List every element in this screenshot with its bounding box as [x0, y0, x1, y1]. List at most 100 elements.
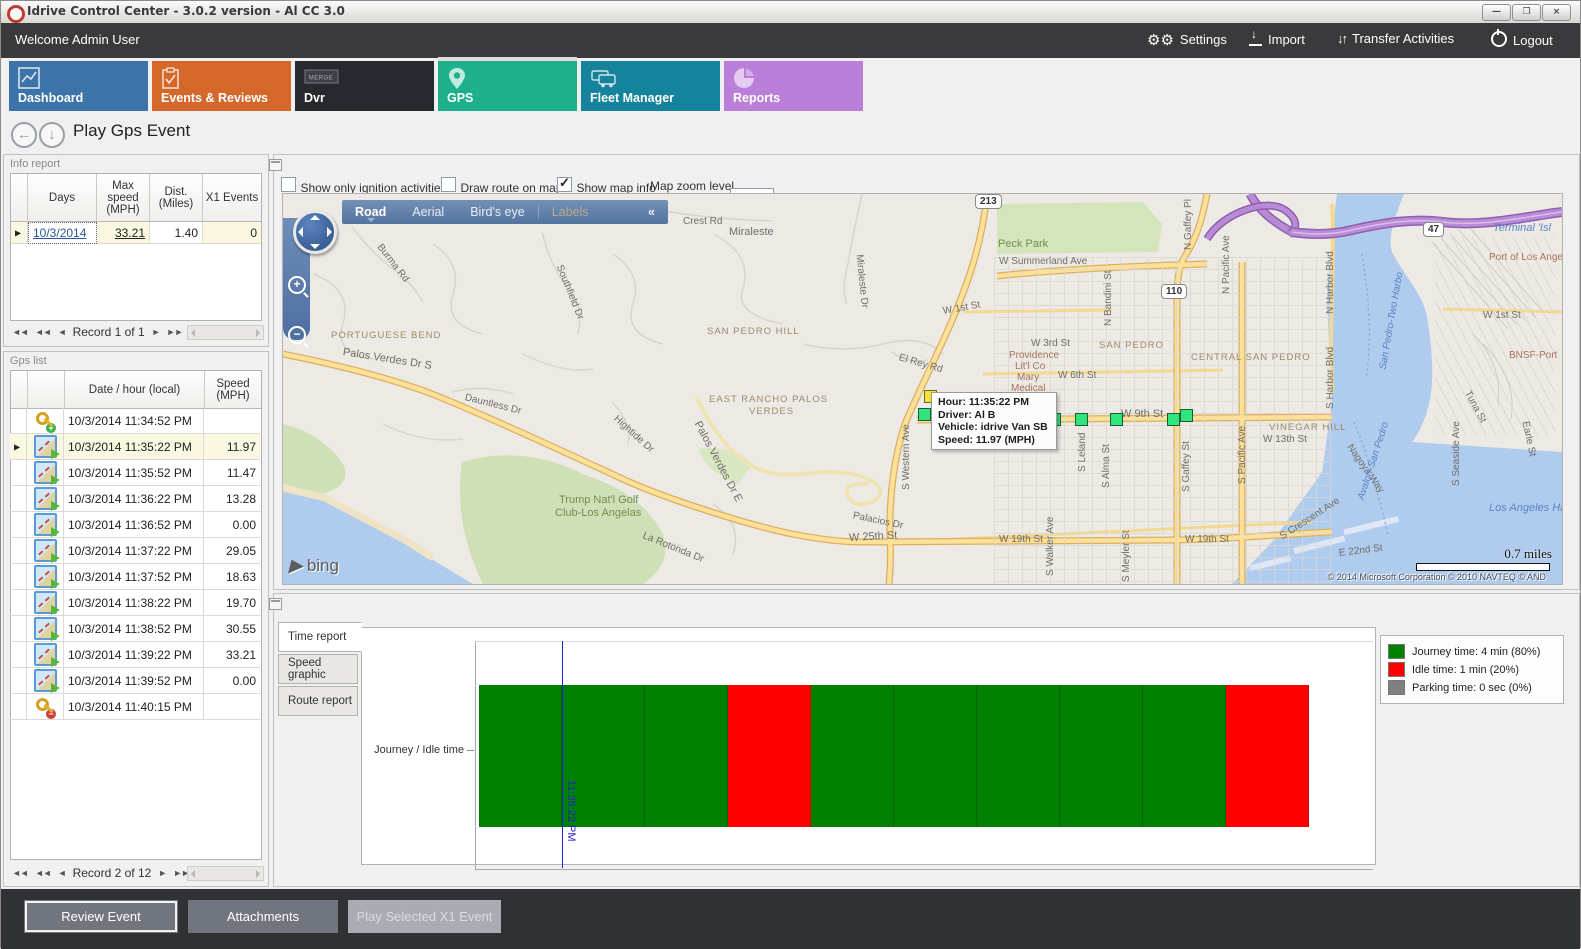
gps-marker[interactable]	[1110, 413, 1123, 426]
tab-dashboard[interactable]: Dashboard	[9, 61, 148, 111]
tab-gps[interactable]: GPS	[438, 61, 577, 111]
pan-left-icon[interactable]	[298, 227, 303, 237]
tab-events-reviews[interactable]: Events & Reviews	[152, 61, 291, 111]
tab-fleet-manager[interactable]: Fleet Manager	[581, 61, 720, 111]
transfer-activities-button[interactable]: ↓↑Transfer Activities	[1337, 31, 1454, 46]
speed-cell: 11.47	[204, 460, 260, 486]
gps-marker[interactable]	[1075, 413, 1088, 426]
maximize-button[interactable]: ❒	[1512, 4, 1541, 21]
prev-page-icon[interactable]: ◄◄	[35, 868, 51, 878]
gps-row[interactable]: 10/3/2014 11:38:52 PM 30.55	[10, 616, 262, 642]
map-compass-control[interactable]	[293, 210, 337, 254]
map-label: S Western Ave	[901, 424, 912, 490]
down-button[interactable]: ↓	[39, 122, 65, 148]
col-speed[interactable]: Speed (MPH)	[205, 371, 261, 409]
tooltip-hour: Hour: 11:35:22 PM	[938, 396, 1050, 409]
gps-row[interactable]: 10/3/2014 11:39:22 PM 33.21	[10, 642, 262, 668]
tab-time-report[interactable]: Time report	[278, 622, 362, 652]
info-report-pager[interactable]: ◄◄◄◄◄ Record 1 of 1 ►►►►►	[12, 325, 205, 339]
gps-row[interactable]: 10/3/2014 11:37:52 PM 18.63	[10, 564, 262, 590]
idle-swatch	[1388, 662, 1405, 677]
next-record-icon[interactable]: ►	[152, 327, 160, 337]
datetime-cell: 10/3/2014 11:36:52 PM	[64, 512, 204, 538]
max-speed-cell[interactable]: 33.21	[97, 222, 150, 244]
tab-reports[interactable]: Reports	[724, 61, 863, 111]
info-report-panel: Info report Days Max speed (MPH) Dist. (…	[3, 154, 269, 347]
checkbox-icon[interactable]	[441, 177, 456, 192]
map-style-aerial[interactable]: Aerial	[412, 205, 444, 219]
tab-dvr[interactable]: MERGE Dvr	[295, 61, 434, 111]
gps-row[interactable]: 10/3/2014 11:38:22 PM 19.70	[10, 590, 262, 616]
next-page-icon[interactable]: ►►	[167, 327, 183, 337]
close-button[interactable]: ×	[1542, 4, 1571, 21]
col-x1-events[interactable]: X1 Events	[203, 174, 261, 222]
gps-row[interactable]: 10/3/2014 11:37:22 PM 29.05	[10, 538, 262, 564]
map-label: Port of Los Angel	[1489, 252, 1563, 263]
days-cell[interactable]: 10/3/2014	[28, 222, 97, 244]
gps-row[interactable]: 10/3/2014 11:36:52 PM 0.00	[10, 512, 262, 538]
tab-route-report[interactable]: Route report	[278, 686, 358, 716]
pan-down-icon[interactable]	[310, 244, 320, 249]
map-pin-icon	[447, 67, 467, 91]
zoom-in-icon[interactable]: +	[288, 276, 306, 294]
checkbox-checked-icon[interactable]	[557, 177, 572, 192]
gps-row[interactable]: 10/3/2014 11:36:22 PM 13.28	[10, 486, 262, 512]
gps-marker[interactable]	[1167, 413, 1180, 426]
gps-marker[interactable]	[1180, 409, 1193, 422]
map-label: S Leland	[1077, 433, 1088, 472]
gps-point-icon	[34, 539, 57, 562]
prev-record-icon[interactable]: ◄	[58, 868, 66, 878]
map-label: N Bandini St	[1103, 270, 1114, 326]
gps-row[interactable]: + 10/3/2014 11:34:52 PM	[10, 408, 262, 434]
map-style-birdseye[interactable]: Bird's eye	[470, 205, 525, 219]
zoom-out-icon[interactable]: −	[288, 326, 306, 344]
map-style-road[interactable]: Road	[355, 205, 386, 219]
pan-right-icon[interactable]	[327, 227, 332, 237]
route-shield-47: 47	[1423, 222, 1444, 237]
checkbox-icon[interactable]	[281, 177, 296, 192]
gps-row[interactable]: − 10/3/2014 11:40:15 PM	[10, 694, 262, 720]
col-days[interactable]: Days	[28, 174, 97, 222]
back-button[interactable]: ←	[11, 122, 37, 148]
map-canvas[interactable]: Miraleste Peck Park W Summerland Ave Cre…	[282, 193, 1563, 585]
gps-marker[interactable]	[918, 408, 931, 421]
map-copyright: © 2014 Microsoft Corporation © 2010 NAVT…	[1328, 572, 1546, 582]
time-cursor-line[interactable]	[562, 641, 563, 868]
page-title: Play Gps Event	[73, 121, 190, 141]
map-label: Peck Park	[998, 238, 1048, 250]
chart-row-label: Journey / Idle time	[374, 744, 464, 756]
gps-row-selected[interactable]: 10/3/2014 11:35:22 PM 11.97	[10, 434, 262, 460]
review-event-button[interactable]: Review Event	[24, 900, 178, 933]
attachments-button[interactable]: Attachments	[188, 900, 338, 933]
import-button[interactable]: Import	[1249, 31, 1305, 47]
col-dist[interactable]: Dist. (Miles)	[150, 174, 203, 222]
play-selected-x1-event-button[interactable]: Play Selected X1 Event	[348, 900, 501, 933]
map-base-svg	[283, 194, 1562, 584]
first-record-icon[interactable]: ◄◄	[12, 868, 28, 878]
minimize-button[interactable]: —	[1482, 4, 1511, 21]
map-label: Miraleste	[729, 226, 774, 238]
settings-button[interactable]: ⚙⚙Settings	[1147, 31, 1227, 49]
gps-list-pager[interactable]: ◄◄◄◄◄ Record 2 of 12 ►►►►►	[12, 866, 212, 880]
col-datetime[interactable]: Date / hour (local)	[65, 371, 205, 409]
tab-speed-graphic[interactable]: Speed graphic	[278, 654, 358, 684]
prev-record-icon[interactable]: ◄	[58, 327, 66, 337]
logout-button[interactable]: Logout	[1491, 31, 1553, 48]
collapse-panel-icon[interactable]	[269, 598, 282, 610]
trucks-icon	[590, 67, 620, 89]
horizontal-scrollbar[interactable]	[187, 325, 264, 340]
bing-logo: ▶ bing	[289, 556, 339, 576]
speed-cell: 30.55	[204, 616, 260, 642]
prev-page-icon[interactable]: ◄◄	[35, 327, 51, 337]
collapse-style-bar-icon[interactable]: «	[648, 205, 655, 219]
map-label: Terminal 'Isl	[1493, 222, 1551, 234]
gps-point-icon	[34, 669, 57, 692]
next-record-icon[interactable]: ►	[158, 868, 166, 878]
gps-row[interactable]: 10/3/2014 11:35:52 PM 11.47	[10, 460, 262, 486]
horizontal-scrollbar[interactable]	[187, 866, 264, 881]
gps-row[interactable]: 10/3/2014 11:39:52 PM 0.00	[10, 668, 262, 694]
pan-up-icon[interactable]	[310, 215, 320, 220]
first-record-icon[interactable]: ◄◄	[12, 327, 28, 337]
collapse-panel-icon[interactable]	[269, 159, 282, 171]
col-max-speed[interactable]: Max speed (MPH)	[97, 174, 150, 222]
